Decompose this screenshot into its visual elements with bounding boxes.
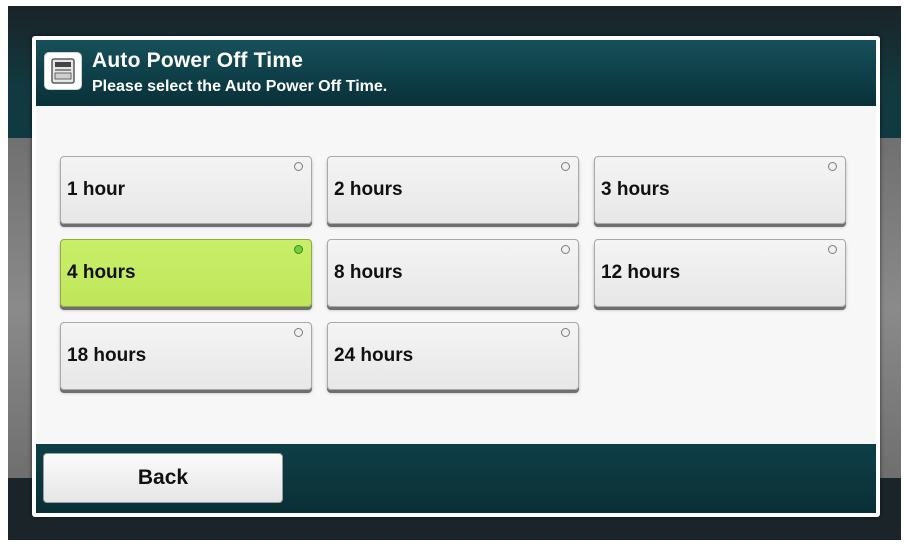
option-18-hours[interactable]: 18 hours xyxy=(60,322,312,390)
option-3-hours[interactable]: 3 hours xyxy=(594,156,846,224)
option-label: 12 hours xyxy=(601,262,681,283)
radio-indicator-icon xyxy=(294,162,303,171)
dialog-title: Auto Power Off Time xyxy=(92,49,304,72)
back-button-label: Back xyxy=(137,466,189,489)
auto-power-off-dialog: Auto Power Off Time Please select the Au… xyxy=(32,36,880,517)
radio-indicator-icon xyxy=(294,245,303,254)
option-label: 3 hours xyxy=(601,179,670,200)
back-button[interactable]: Back xyxy=(43,453,283,503)
option-12-hours[interactable]: 12 hours xyxy=(594,239,846,307)
option-24-hours[interactable]: 24 hours xyxy=(327,322,579,390)
radio-indicator-icon xyxy=(561,245,570,254)
radio-indicator-icon xyxy=(828,162,837,171)
option-label: 2 hours xyxy=(334,179,403,200)
option-8-hours[interactable]: 8 hours xyxy=(327,239,579,307)
option-1-hour[interactable]: 1 hour xyxy=(60,156,312,224)
option-label: 1 hour xyxy=(67,179,126,200)
radio-indicator-icon xyxy=(294,328,303,337)
dialog-content: Auto Power Off Time Please select the Au… xyxy=(36,40,876,513)
dialog-title-bar: Auto Power Off Time Please select the Au… xyxy=(36,40,876,106)
option-2-hours[interactable]: 2 hours xyxy=(327,156,579,224)
printer-icon xyxy=(44,52,82,90)
radio-indicator-icon xyxy=(561,328,570,337)
option-label: 4 hours xyxy=(67,262,136,283)
option-label: 24 hours xyxy=(334,345,414,366)
radio-indicator-icon xyxy=(828,245,837,254)
radio-indicator-icon xyxy=(561,162,570,171)
option-4-hours[interactable]: 4 hours xyxy=(60,239,312,307)
dialog-footer: Back xyxy=(36,444,876,513)
option-label: 18 hours xyxy=(67,345,147,366)
option-label: 8 hours xyxy=(334,262,403,283)
dialog-subtitle: Please select the Auto Power Off Time. xyxy=(92,78,388,95)
